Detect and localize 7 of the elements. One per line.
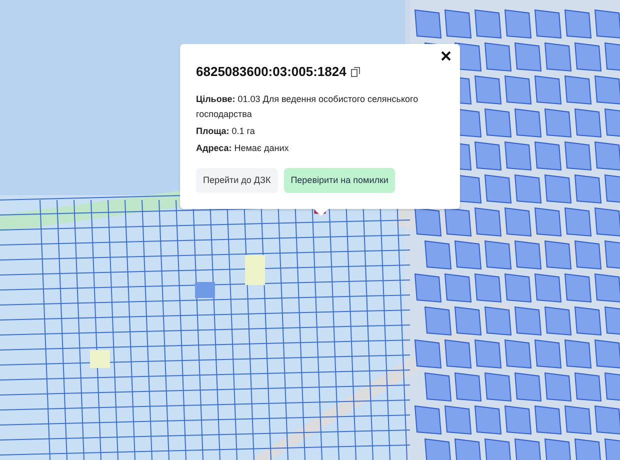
parcel-number: 6825083600:03:005:1824	[196, 63, 346, 81]
info-text: Цільове: 01.03 Для ведення особистого селянського господарства	[196, 92, 420, 121]
dzk-link-button[interactable]: Перейти до ДЗК	[196, 168, 278, 193]
info-text: Площа: 0.1 га	[196, 124, 256, 138]
info-text: Адреса: Немає даних	[196, 142, 290, 155]
copy-icon[interactable]	[351, 66, 360, 77]
check-errors-button[interactable]: Перевірити на помилки	[284, 168, 396, 193]
